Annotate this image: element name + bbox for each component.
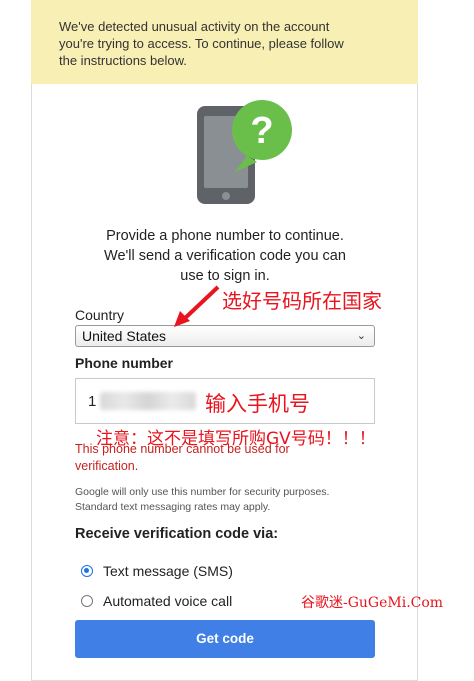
banner-line: you're trying to access. To continue, pl… [59, 36, 344, 51]
banner-line: the instructions below. [59, 53, 187, 68]
annotation-warning: 注意：这不是填写所购GV号码！！！ [96, 429, 376, 449]
option-sms[interactable]: Text message (SMS) [81, 563, 233, 579]
banner-line: We've detected unusual activity on the a… [59, 19, 330, 34]
get-code-button[interactable]: Get code [75, 620, 375, 658]
phone-number-value: 1 [88, 393, 97, 410]
question-mark: ? [250, 110, 273, 152]
error-line: verification. [75, 459, 139, 473]
option-voice-call[interactable]: Automated voice call [81, 593, 232, 609]
intro-line: use to sign in. [180, 268, 270, 284]
phone-number-label: Phone number [75, 355, 174, 371]
watermark: 谷歌迷-GuGeMi.Com [301, 595, 444, 611]
country-selected-value: United States [82, 328, 167, 344]
intro-line: We'll send a verification code you can [104, 248, 346, 264]
intro-line: Provide a phone number to continue. [106, 228, 344, 244]
receive-heading: Receive verification code via: [75, 526, 279, 542]
note-line: Google will only use this number for sec… [75, 486, 330, 498]
option-label: Text message (SMS) [103, 563, 233, 579]
red-arrow-icon [174, 285, 220, 327]
chevron-down-icon: ⌄ [356, 330, 366, 342]
privacy-note: Google will only use this number for sec… [75, 485, 375, 515]
phone-question-icon: ? [197, 100, 292, 204]
country-select[interactable]: United States ⌄ [75, 325, 375, 347]
annotation-country-hint: 选好号码所在国家 [222, 289, 382, 313]
country-label: Country [75, 307, 125, 323]
intro-text: Provide a phone number to continue. We'l… [60, 226, 390, 286]
radio-unselected-icon[interactable] [81, 595, 93, 607]
unusual-activity-banner: We've detected unusual activity on the a… [31, 0, 418, 84]
redacted-number [100, 392, 196, 410]
annotation-phone-hint: 输入手机号 [205, 392, 310, 416]
note-line: Standard text messaging rates may apply. [75, 501, 271, 513]
radio-selected-icon[interactable] [81, 565, 93, 577]
option-label: Automated voice call [103, 593, 233, 609]
